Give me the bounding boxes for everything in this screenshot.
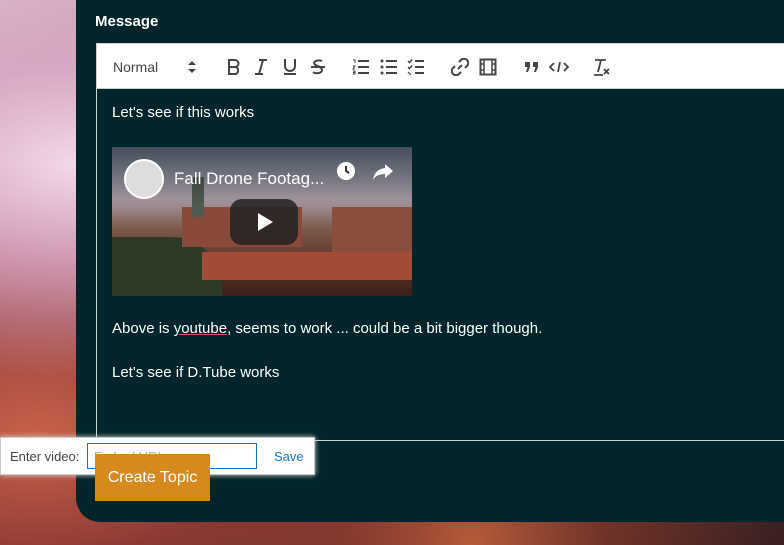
play-button[interactable] (230, 199, 298, 245)
video-thumbnail-building (332, 207, 412, 252)
video-icon[interactable] (477, 44, 499, 90)
bullet-list-icon[interactable] (378, 44, 400, 90)
header-select[interactable]: Normal (113, 44, 158, 90)
editor-line: Let's see if this works (112, 104, 255, 121)
select-arrows-icon[interactable] (187, 44, 197, 90)
strike-icon[interactable] (307, 44, 329, 90)
create-topic-button[interactable]: Create Topic (95, 454, 210, 501)
share-icon[interactable] (372, 161, 394, 186)
ordered-list-icon[interactable] (350, 44, 372, 90)
bold-icon[interactable] (223, 44, 245, 90)
watch-later-icon[interactable] (336, 161, 356, 186)
editor-toolbar: Normal (96, 43, 784, 89)
editor-text: , seems to work ... could be a bit bigge… (227, 320, 543, 337)
message-editor[interactable]: Let's see if this works Fall Drone Foota… (96, 89, 784, 441)
clear-format-icon[interactable] (591, 44, 613, 90)
blockquote-icon[interactable] (521, 44, 543, 90)
spellcheck-word: youtube (173, 320, 228, 337)
message-label: Message (95, 13, 159, 30)
video-thumbnail-wall (202, 252, 412, 280)
video-title[interactable]: Fall Drone Footag... (174, 169, 324, 189)
video-save-button[interactable]: Save (274, 449, 304, 464)
channel-avatar[interactable] (124, 159, 164, 199)
editor-text: Above is (112, 320, 174, 337)
code-block-icon[interactable] (548, 44, 570, 90)
play-icon (258, 213, 273, 231)
video-url-label: Enter video: (10, 449, 80, 464)
underline-icon[interactable] (279, 44, 301, 90)
embedded-video[interactable]: Fall Drone Footag... (112, 147, 412, 296)
check-list-icon[interactable] (405, 44, 427, 90)
editor-line: Let's see if D.Tube works (112, 364, 280, 381)
editor-line: Above is youtube, seems to work ... coul… (112, 320, 542, 337)
italic-icon[interactable] (250, 44, 272, 90)
link-icon[interactable] (449, 44, 471, 90)
